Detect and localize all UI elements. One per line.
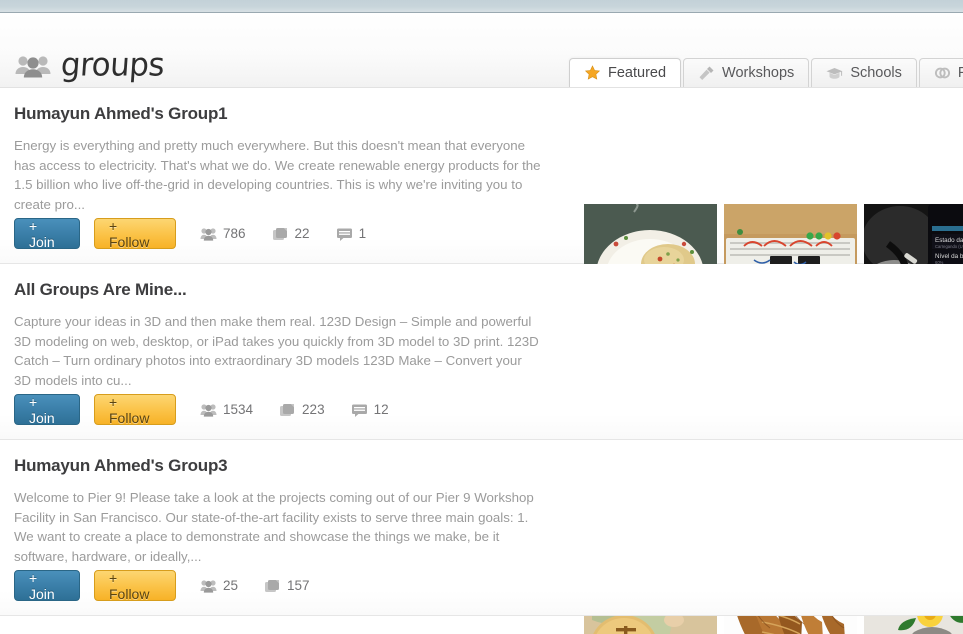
tab-workshops[interactable]: Workshops (683, 58, 810, 87)
category-tabs: Featured Workshops Schools Partner (569, 57, 963, 87)
partners-rings-icon (934, 65, 951, 81)
svg-text:Carregando (USB): Carregando (USB) (935, 244, 963, 249)
comment-icon (351, 403, 368, 417)
stat-comments: 1 (336, 226, 367, 241)
follow-button[interactable]: + Follow (94, 218, 176, 250)
star-icon (584, 65, 601, 81)
brand-logo[interactable]: groups (14, 46, 166, 84)
stat-value: 12 (373, 402, 389, 417)
stat-value: 22 (294, 226, 310, 241)
group-description: Energy is everything and pretty much eve… (14, 138, 541, 212)
stat-value: 223 (302, 402, 325, 417)
hammer-icon (698, 65, 715, 81)
join-button[interactable]: + Join (14, 394, 80, 426)
stat-members: 786 (200, 226, 246, 241)
members-icon (200, 227, 217, 241)
stat-value: 1534 (223, 402, 254, 417)
browser-top-strip (0, 0, 963, 13)
group-card[interactable]: Humayun Ahmed's Group1 Energy is everyth… (0, 88, 963, 337)
tab-label: Schools (850, 65, 902, 81)
members-icon (200, 403, 217, 417)
group-card[interactable]: Humayun Ahmed's Group3 Welcome to Pier 9… (0, 440, 963, 616)
projects-icon (272, 227, 289, 241)
group-stats: 1534 223 12 (200, 402, 415, 417)
tab-label: Partner (957, 65, 963, 81)
people-group-icon (14, 52, 52, 78)
stat-value: 25 (223, 578, 239, 593)
group-actions: + Join + Follow 1534 223 12 (14, 394, 415, 426)
svg-text:Nível da bateria: Nível da bateria (935, 253, 963, 260)
page-header: groups Featured Workshops Schools Part (0, 13, 963, 88)
group-actions: + Join + Follow 786 22 1 (14, 218, 392, 250)
group-actions: + Join + Follow 25 157 (14, 570, 336, 602)
follow-button[interactable]: + Follow (94, 570, 176, 602)
tab-label: Workshops (722, 65, 795, 81)
tab-label: Featured (608, 65, 667, 81)
group-title[interactable]: Humayun Ahmed's Group1 (14, 104, 559, 124)
projects-icon (279, 403, 296, 417)
tab-schools[interactable]: Schools (811, 58, 917, 87)
group-info: Humayun Ahmed's Group1 Energy is everyth… (14, 104, 559, 214)
group-card[interactable]: All Groups Are Mine... Capture your idea… (0, 264, 963, 634)
stat-value: 1 (358, 226, 367, 241)
join-button[interactable]: + Join (14, 218, 80, 250)
group-description: Capture your ideas in 3D and then make t… (14, 314, 539, 388)
graduation-cap-icon (826, 65, 843, 81)
group-info: All Groups Are Mine... Capture your idea… (14, 280, 559, 390)
stat-members: 25 (200, 578, 238, 593)
join-button[interactable]: + Join (14, 570, 80, 602)
svg-text:Estado da bateria: Estado da bateria (935, 237, 963, 244)
stat-projects: 22 (272, 226, 310, 241)
group-title[interactable]: All Groups Are Mine... (14, 280, 559, 300)
group-description: Welcome to Pier 9! Please take a look at… (14, 490, 534, 564)
group-title[interactable]: Humayun Ahmed's Group3 (14, 456, 559, 476)
projects-icon (264, 579, 281, 593)
group-stats: 786 22 1 (200, 226, 392, 241)
stat-members: 1534 (200, 402, 253, 417)
members-icon (200, 579, 217, 593)
group-stats: 25 157 (200, 578, 336, 593)
stat-projects: 223 (279, 402, 325, 417)
stat-comments: 12 (351, 402, 389, 417)
tab-featured[interactable]: Featured (569, 58, 682, 87)
tab-partners[interactable]: Partner (918, 58, 963, 87)
follow-button[interactable]: + Follow (94, 394, 176, 426)
stat-value: 786 (223, 226, 246, 241)
group-info: Humayun Ahmed's Group3 Welcome to Pier 9… (14, 456, 559, 566)
brand-name: groups (59, 46, 166, 84)
group-list: Humayun Ahmed's Group1 Energy is everyth… (0, 88, 963, 634)
stat-projects: 157 (264, 578, 310, 593)
stat-value: 157 (287, 578, 310, 593)
comment-icon (336, 227, 353, 241)
